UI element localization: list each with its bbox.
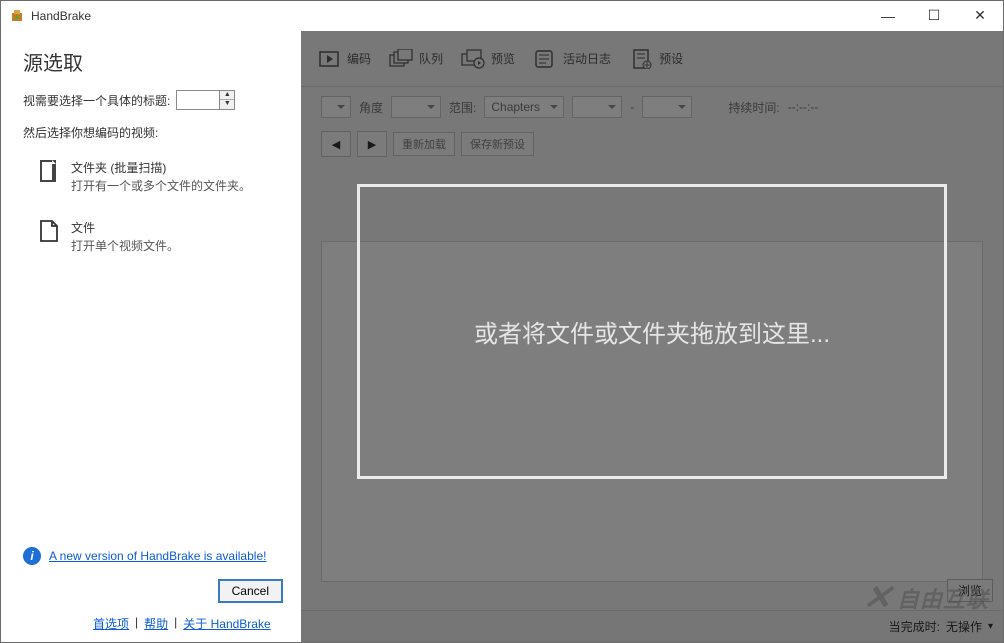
source-option-file[interactable]: 文件 打开单个视频文件。 — [37, 215, 283, 259]
source-panel: 源选取 视需要选择一个具体的标题: ▲ ▼ 然后选择你想编码的视频: 文件夹 (… — [1, 31, 301, 642]
info-icon: i — [23, 547, 41, 565]
folder-desc: 打开有一个或多个文件的文件夹。 — [71, 177, 251, 195]
file-desc: 打开单个视频文件。 — [71, 237, 179, 255]
update-alert: i A new version of HandBrake is availabl… — [23, 547, 283, 565]
titlebar: HandBrake — ☐ ✕ — [1, 1, 1003, 31]
folder-title: 文件夹 (批量扫描) — [71, 159, 251, 177]
help-link[interactable]: 帮助 — [144, 615, 168, 632]
file-icon — [39, 219, 61, 245]
title-spinner-input[interactable] — [176, 90, 220, 110]
title-spinner[interactable]: ▲ ▼ — [176, 90, 235, 110]
minimize-button[interactable]: — — [865, 1, 911, 30]
source-option-folder[interactable]: 文件夹 (批量扫描) 打开有一个或多个文件的文件夹。 — [37, 155, 283, 199]
title-select-label: 视需要选择一个具体的标题: — [23, 92, 170, 109]
window-controls: — ☐ ✕ — [865, 1, 1003, 30]
folder-icon — [39, 159, 61, 185]
title-select-row: 视需要选择一个具体的标题: ▲ ▼ — [23, 90, 283, 110]
file-title: 文件 — [71, 219, 179, 237]
spinner-up-icon[interactable]: ▲ — [220, 91, 234, 100]
footer-links: 首选项 | 帮助 | 关于 HandBrake — [23, 615, 283, 632]
spinner-down-icon[interactable]: ▼ — [220, 100, 234, 109]
app-icon — [9, 8, 25, 24]
panel-heading: 源选取 — [23, 47, 283, 76]
about-link[interactable]: 关于 HandBrake — [183, 615, 270, 632]
maximize-button[interactable]: ☐ — [911, 1, 957, 30]
close-button[interactable]: ✕ — [957, 1, 1003, 30]
prefs-link[interactable]: 首选项 — [93, 615, 129, 632]
update-link[interactable]: A new version of HandBrake is available! — [49, 549, 266, 563]
cancel-button[interactable]: Cancel — [218, 579, 283, 603]
drop-zone[interactable]: 或者将文件或文件夹拖放到这里... — [357, 184, 947, 479]
dim-overlay: 或者将文件或文件夹拖放到这里... — [301, 31, 1003, 642]
app-title: HandBrake — [31, 9, 865, 23]
then-label: 然后选择你想编码的视频: — [23, 124, 283, 141]
drop-zone-text: 或者将文件或文件夹拖放到这里... — [474, 314, 830, 349]
